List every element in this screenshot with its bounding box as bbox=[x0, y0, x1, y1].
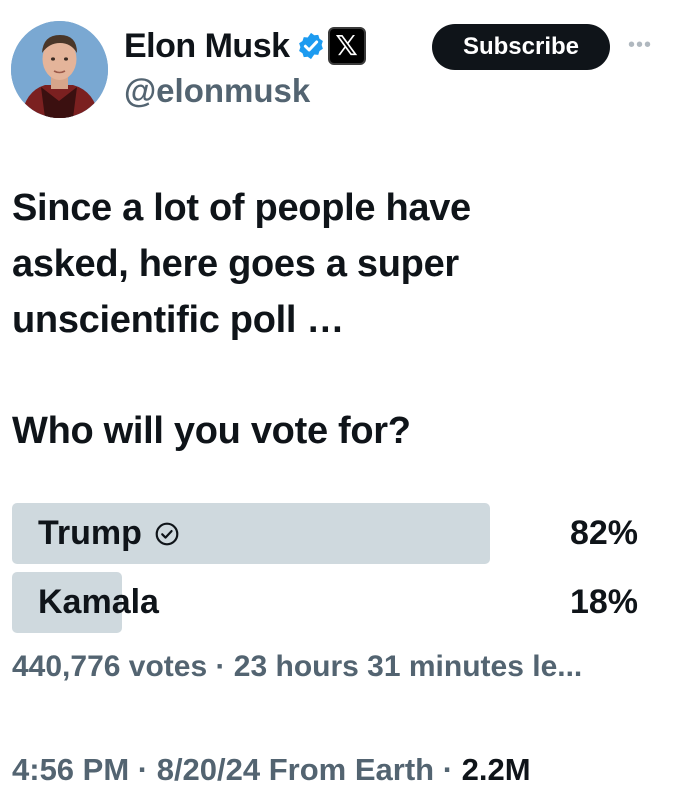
profile-photo bbox=[11, 21, 108, 118]
tweet-line: asked, here goes a super bbox=[12, 243, 459, 285]
poll-meta: 440,776 votes · 23 hours 31 minutes le..… bbox=[12, 650, 583, 683]
author-name-row: Elon Musk 𝕏 bbox=[124, 24, 366, 68]
more-horizontal-icon[interactable]: ••• bbox=[628, 34, 652, 57]
poll-option-text: Kamala bbox=[38, 583, 159, 621]
poll-option-label: Trump bbox=[38, 503, 180, 564]
poll-option-percent: 82% bbox=[569, 514, 638, 552]
verified-badge-icon[interactable] bbox=[296, 31, 326, 61]
poll: Trump 82% Kamala 18% bbox=[12, 503, 652, 641]
handle[interactable]: @elonmusk bbox=[124, 72, 310, 110]
poll-option-kamala[interactable]: Kamala 18% bbox=[12, 572, 652, 633]
tweet-time-date[interactable]: 4:56 PM · 8/20/24 From Earth · bbox=[12, 752, 462, 787]
x-logo-icon[interactable]: 𝕏 bbox=[327, 27, 366, 65]
tweet-header: Elon Musk 𝕏 @elonmusk Subscribe ••• bbox=[0, 0, 680, 130]
avatar[interactable] bbox=[11, 21, 108, 118]
view-count[interactable]: 2.2M bbox=[462, 752, 531, 787]
check-circle-icon bbox=[155, 522, 179, 545]
poll-question: Who will you vote for? bbox=[12, 410, 411, 452]
tweet-line: Since a lot of people have bbox=[12, 187, 471, 229]
subscribe-button[interactable]: Subscribe bbox=[432, 24, 610, 70]
poll-option-label: Kamala bbox=[38, 572, 159, 633]
poll-option-trump[interactable]: Trump 82% bbox=[12, 503, 652, 564]
poll-option-text: Trump bbox=[38, 514, 142, 552]
tweet-line: unscientific poll … bbox=[12, 299, 345, 341]
tweet-timestamp[interactable]: 4:56 PM · 8/20/24 From Earth · 2.2M bbox=[12, 748, 531, 792]
display-name[interactable]: Elon Musk bbox=[124, 27, 290, 66]
poll-option-percent: 18% bbox=[569, 583, 638, 621]
tweet-text: Since a lot of people have asked, here g… bbox=[12, 180, 662, 348]
